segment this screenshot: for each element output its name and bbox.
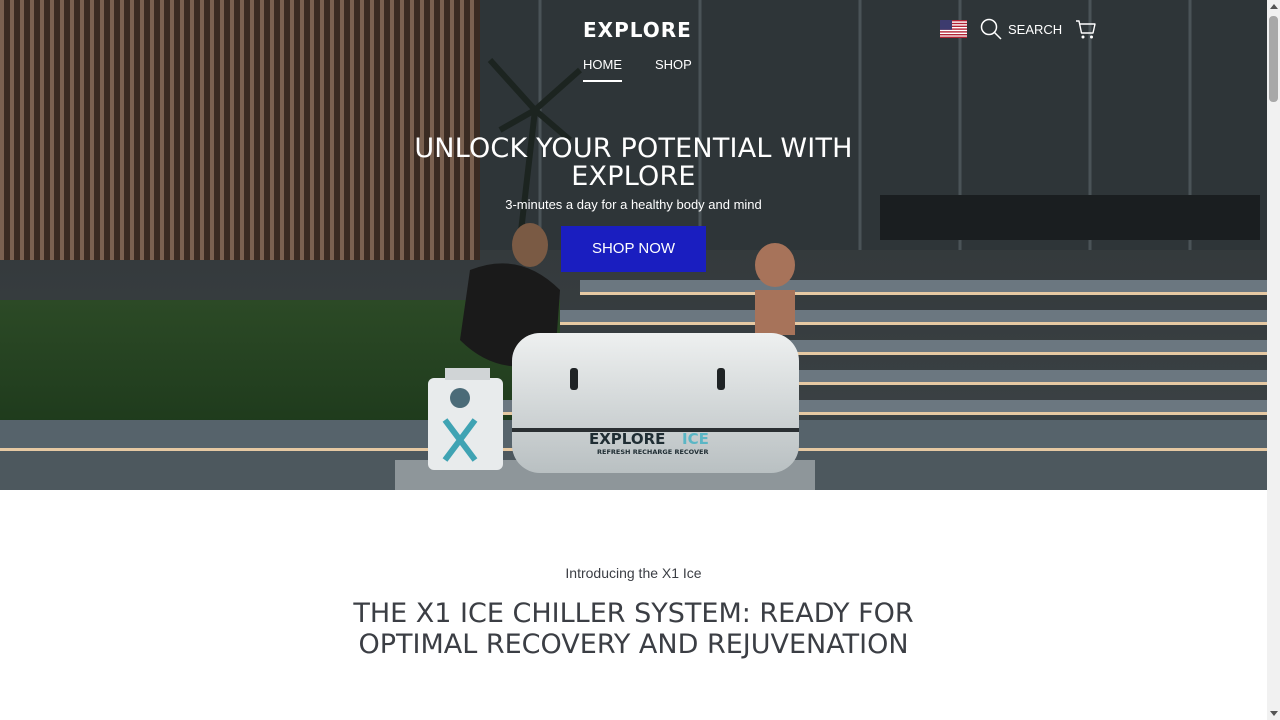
hero-banner: EXPLORE ICE REFRESH RECHARGE RECOVER EXP… (0, 0, 1267, 490)
intro-heading-line-2: OPTIMAL RECOVERY AND REJUVENATION (358, 629, 909, 660)
svg-text:ICE: ICE (682, 430, 709, 448)
nav-home[interactable]: HOME (583, 57, 622, 82)
scroll-up-arrow[interactable] (1270, 4, 1278, 9)
hero-subtitle: 3-minutes a day for a healthy body and m… (505, 197, 762, 212)
site-logo[interactable]: EXPLORE (583, 18, 692, 42)
main-nav: HOME SHOP (583, 57, 692, 82)
scroll-thumb[interactable] (1269, 16, 1278, 102)
hero-title: UNLOCK YOUR POTENTIAL WITH EXPLORE (414, 133, 853, 192)
shop-now-button[interactable]: SHOP NOW (561, 226, 706, 272)
search-button[interactable]: SEARCH (980, 18, 1062, 40)
cart-icon[interactable] (1075, 18, 1097, 40)
header-utilities: SEARCH (940, 17, 1097, 41)
scroll-down-arrow[interactable] (1270, 711, 1278, 716)
intro-label: Introducing the X1 Ice (565, 565, 702, 581)
svg-text:EXPLORE: EXPLORE (589, 430, 665, 448)
search-icon (980, 18, 1002, 40)
intro-heading-line-1: THE X1 ICE CHILLER SYSTEM: READY FOR (353, 598, 914, 629)
us-flag-icon[interactable] (940, 20, 967, 38)
intro-section: Introducing the X1 Ice THE X1 ICE CHILLE… (0, 490, 1267, 720)
hero-content: UNLOCK YOUR POTENTIAL WITH EXPLORE 3-min… (0, 135, 1267, 272)
page-scrollbar[interactable] (1267, 0, 1280, 720)
search-label: SEARCH (1008, 21, 1063, 37)
nav-shop[interactable]: SHOP (655, 57, 692, 82)
intro-heading: THE X1 ICE CHILLER SYSTEM: READY FOR OPT… (0, 598, 1267, 660)
svg-text:REFRESH RECHARGE RECOVER: REFRESH RECHARGE RECOVER (597, 448, 709, 456)
site-header: EXPLORE HOME SHOP SEARCH (0, 0, 1267, 100)
